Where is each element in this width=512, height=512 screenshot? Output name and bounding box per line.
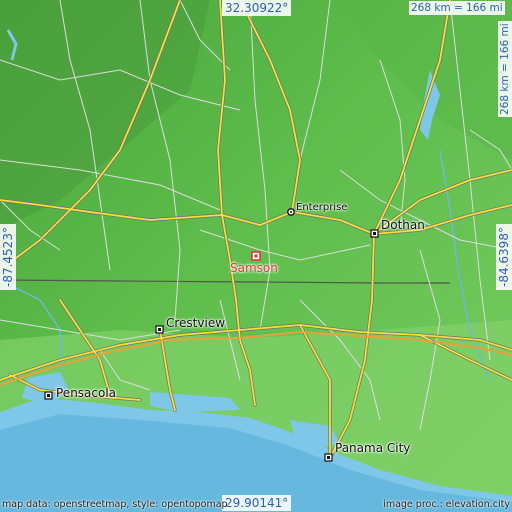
- topographic-map[interactable]: [0, 0, 512, 512]
- enterprise-label[interactable]: Enterprise: [296, 202, 347, 213]
- panama-city-label[interactable]: Panama City: [335, 441, 410, 455]
- horizontal-scale-label: 268 km = 166 mi: [409, 1, 505, 15]
- right-longitude-label: -84.6398°: [496, 224, 512, 290]
- left-longitude-label: -87.4523°: [0, 224, 16, 290]
- bottom-latitude-label: 29.90141°: [222, 495, 292, 511]
- pensacola-label[interactable]: Pensacola: [56, 386, 116, 400]
- samson-label[interactable]: Samson: [230, 261, 278, 275]
- vertical-scale-label: 268 km = 166 mi: [498, 21, 512, 117]
- dothan-label[interactable]: Dothan: [381, 218, 425, 232]
- crestview-label[interactable]: Crestview: [166, 316, 225, 330]
- top-latitude-label: 32.30922°: [222, 0, 292, 16]
- image-processing-credit: image proc.: elevation.city: [383, 499, 510, 510]
- map-data-credit: map data: openstreetmap, style: opentopo…: [2, 499, 228, 510]
